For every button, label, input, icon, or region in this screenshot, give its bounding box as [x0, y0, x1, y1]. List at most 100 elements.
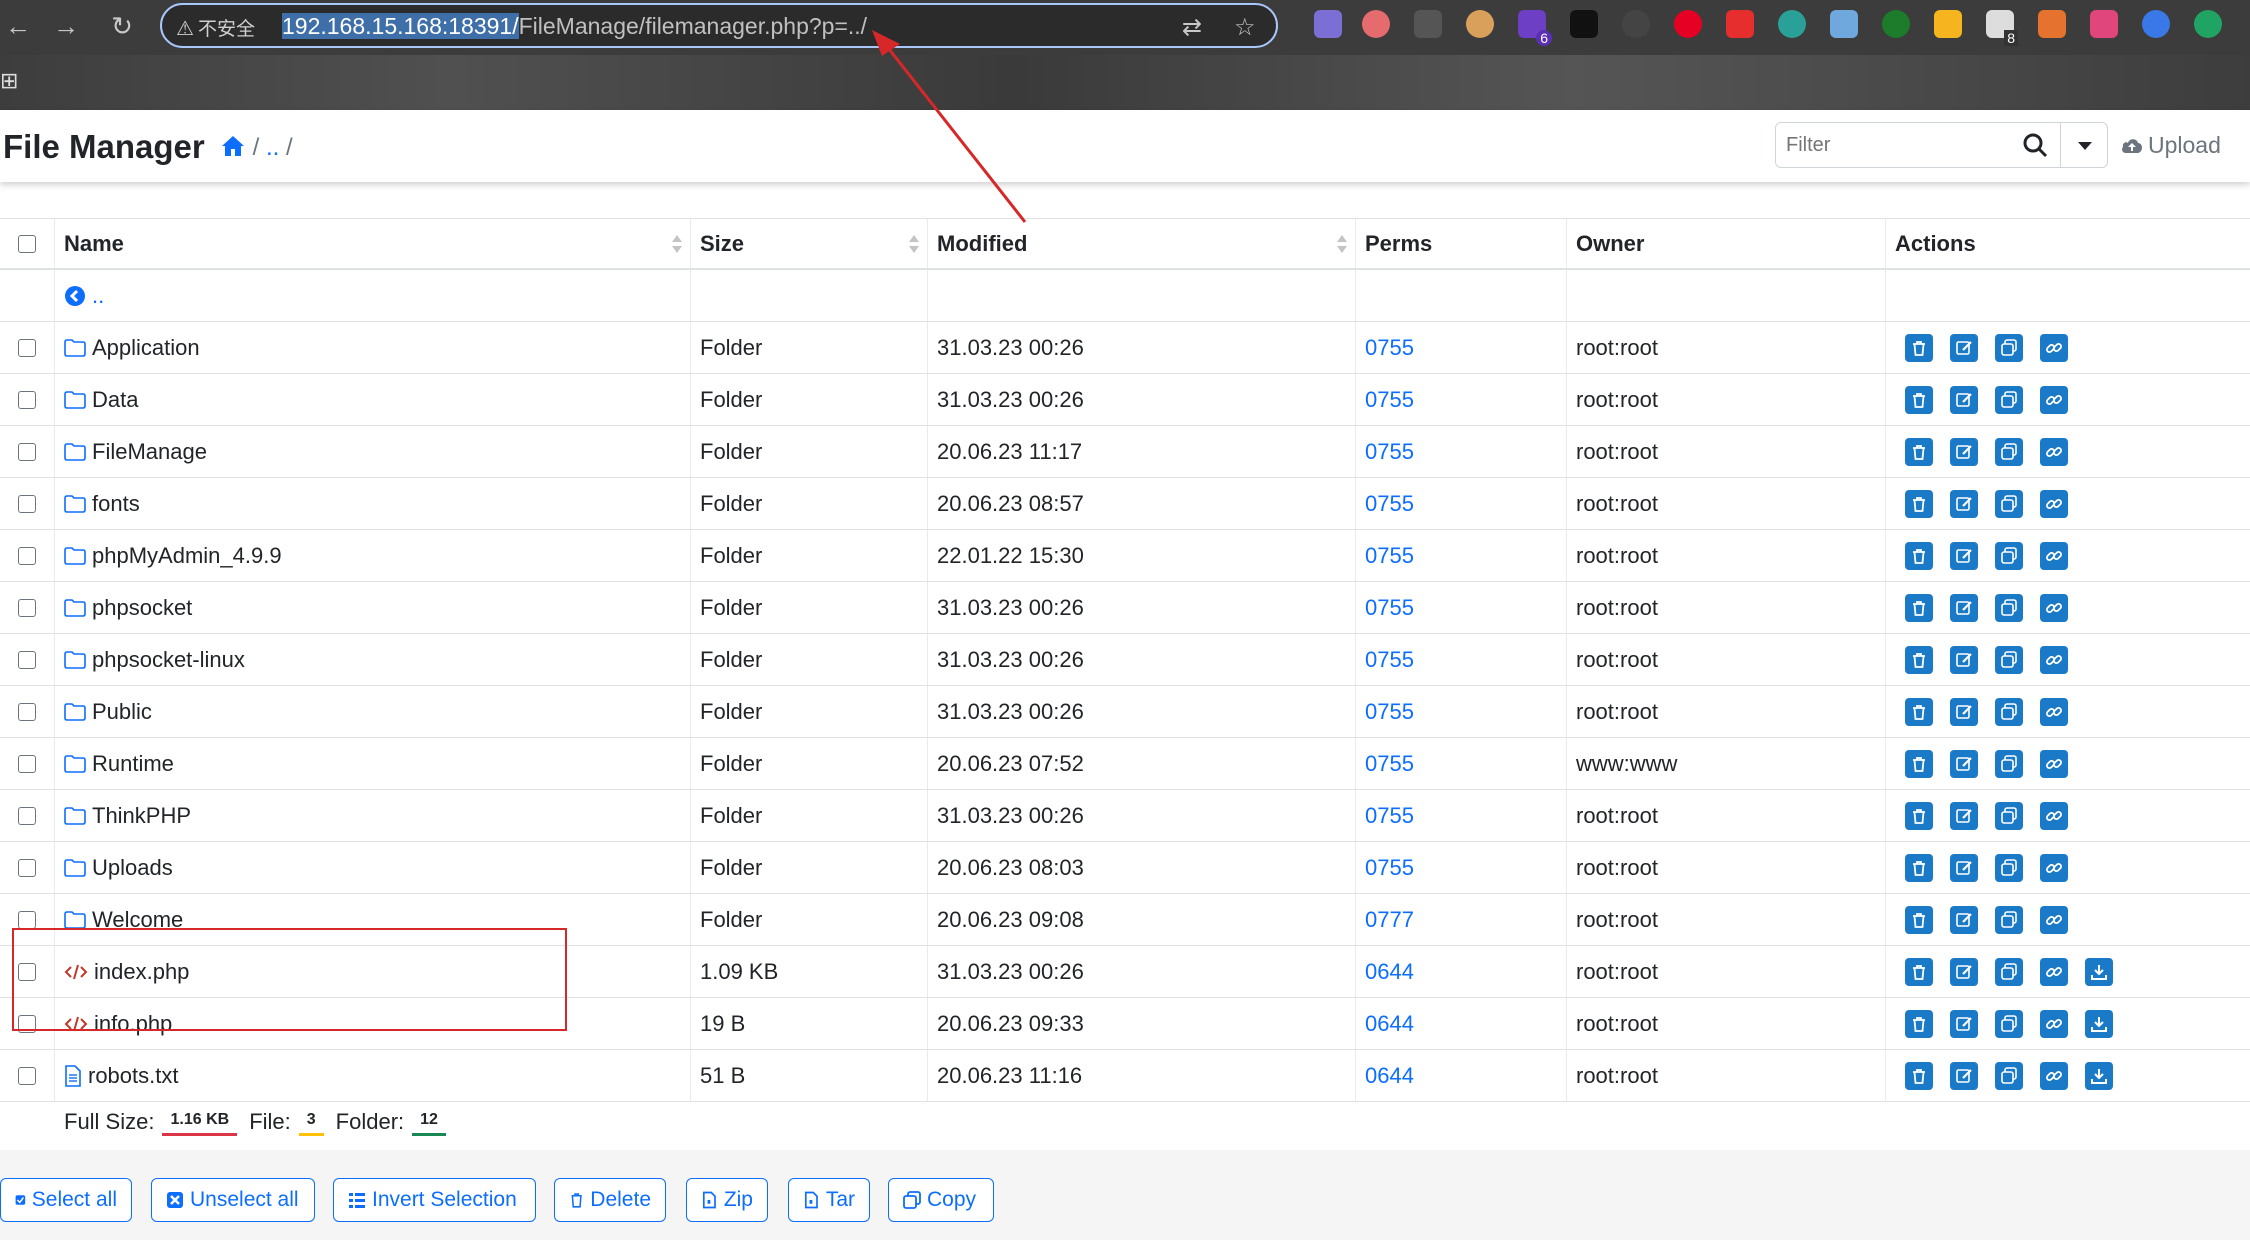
perms-link[interactable]: 0755	[1365, 699, 1414, 725]
rename-action-button[interactable]	[1950, 645, 1978, 674]
extension-icon[interactable]	[1830, 10, 1858, 38]
upload-button[interactable]: Upload	[2120, 132, 2221, 159]
row-checkbox[interactable]	[18, 1066, 36, 1085]
perms-link[interactable]: 0755	[1365, 647, 1414, 673]
rename-action-button[interactable]	[1950, 489, 1978, 518]
copy-button[interactable]: Copy	[888, 1178, 994, 1222]
link-action-button[interactable]	[2040, 645, 2068, 674]
reload-icon[interactable]: ↻	[104, 8, 140, 44]
row-checkbox[interactable]	[18, 754, 36, 773]
delete-action-button[interactable]	[1905, 437, 1933, 466]
delete-action-button[interactable]	[1905, 905, 1933, 934]
rename-action-button[interactable]	[1950, 905, 1978, 934]
file-name-link[interactable]: robots.txt	[54, 1050, 690, 1101]
file-name-link[interactable]: fonts	[54, 478, 690, 529]
link-action-button[interactable]	[2040, 489, 2068, 518]
column-header-size[interactable]: Size	[690, 219, 927, 268]
extension-icon[interactable]	[1622, 10, 1650, 38]
copy-action-button[interactable]	[1995, 1061, 2023, 1090]
filter-input[interactable]	[1786, 131, 2006, 159]
file-name-link[interactable]: Uploads	[54, 842, 690, 893]
delete-action-button[interactable]	[1905, 541, 1933, 570]
row-checkbox[interactable]	[18, 546, 36, 565]
pinterest-icon[interactable]	[1674, 10, 1702, 38]
extension-icon[interactable]	[1778, 10, 1806, 38]
download-action-button[interactable]	[2085, 1009, 2113, 1038]
link-action-button[interactable]	[2040, 593, 2068, 622]
extension-icon[interactable]	[2194, 10, 2222, 38]
rename-action-button[interactable]	[1950, 593, 1978, 622]
copy-action-button[interactable]	[1995, 853, 2023, 882]
extension-icon[interactable]	[1362, 10, 1390, 38]
apps-grid-icon[interactable]: ⊞	[0, 68, 18, 94]
delete-action-button[interactable]	[1905, 801, 1933, 830]
delete-button[interactable]: Delete	[554, 1178, 666, 1222]
copy-action-button[interactable]	[1995, 645, 2023, 674]
row-checkbox[interactable]	[18, 494, 36, 513]
delete-action-button[interactable]	[1905, 957, 1933, 986]
rename-action-button[interactable]	[1950, 853, 1978, 882]
delete-action-button[interactable]	[1905, 697, 1933, 726]
row-checkbox[interactable]	[18, 598, 36, 617]
link-action-button[interactable]	[2040, 333, 2068, 362]
extension-icon[interactable]	[2142, 10, 2170, 38]
back-arrow-icon[interactable]: ←	[0, 8, 36, 44]
rename-action-button[interactable]	[1950, 385, 1978, 414]
extension-icon[interactable]	[1726, 10, 1754, 38]
link-action-button[interactable]	[2040, 905, 2068, 934]
delete-action-button[interactable]	[1905, 645, 1933, 674]
forward-arrow-icon[interactable]: →	[48, 8, 84, 44]
extension-icon[interactable]	[1882, 10, 1910, 38]
download-action-button[interactable]	[2085, 1061, 2113, 1090]
link-action-button[interactable]	[2040, 385, 2068, 414]
copy-action-button[interactable]	[1995, 333, 2023, 362]
tar-button[interactable]: Tar	[788, 1178, 870, 1222]
link-action-button[interactable]	[2040, 697, 2068, 726]
extension-icon[interactable]	[2090, 10, 2118, 38]
file-name-link[interactable]: phpsocket	[54, 582, 690, 633]
search-icon[interactable]	[2022, 132, 2048, 158]
rename-action-button[interactable]	[1950, 697, 1978, 726]
link-action-button[interactable]	[2040, 437, 2068, 466]
rename-action-button[interactable]	[1950, 1061, 1978, 1090]
link-action-button[interactable]	[2040, 1061, 2068, 1090]
perms-link[interactable]: 0755	[1365, 387, 1414, 413]
extension-icon[interactable]	[1466, 10, 1494, 38]
extension-icon[interactable]	[1570, 10, 1598, 38]
copy-action-button[interactable]	[1995, 905, 2023, 934]
row-checkbox[interactable]	[18, 390, 36, 409]
row-checkbox[interactable]	[18, 650, 36, 669]
address-bar[interactable]: ⚠ 不安全 192.168.15.168:18391/FileManage/fil…	[160, 3, 1278, 48]
row-checkbox[interactable]	[18, 338, 36, 357]
unselect-all-button[interactable]: Unselect all	[151, 1178, 315, 1222]
zip-button[interactable]: Zip	[686, 1178, 768, 1222]
perms-link[interactable]: 0777	[1365, 907, 1414, 933]
perms-link[interactable]: 0755	[1365, 491, 1414, 517]
copy-action-button[interactable]	[1995, 489, 2023, 518]
rename-action-button[interactable]	[1950, 541, 1978, 570]
download-action-button[interactable]	[2085, 957, 2113, 986]
extension-icon[interactable]: 6	[1518, 10, 1552, 46]
rename-action-button[interactable]	[1950, 1009, 1978, 1038]
rename-action-button[interactable]	[1950, 957, 1978, 986]
perms-link[interactable]: 0755	[1365, 803, 1414, 829]
extension-icon[interactable]	[2038, 10, 2066, 38]
perms-link[interactable]: 0755	[1365, 439, 1414, 465]
copy-action-button[interactable]	[1995, 697, 2023, 726]
file-name-link[interactable]: ThinkPHP	[54, 790, 690, 841]
delete-action-button[interactable]	[1905, 385, 1933, 414]
select-all-checkbox[interactable]	[18, 234, 36, 253]
file-name-link[interactable]: phpsocket-linux	[54, 634, 690, 685]
row-checkbox[interactable]	[18, 910, 36, 929]
delete-action-button[interactable]	[1905, 333, 1933, 362]
row-checkbox[interactable]	[18, 442, 36, 461]
copy-action-button[interactable]	[1995, 1009, 2023, 1038]
rename-action-button[interactable]	[1950, 437, 1978, 466]
extension-icon[interactable]	[1934, 10, 1962, 38]
link-action-button[interactable]	[2040, 853, 2068, 882]
perms-link[interactable]: 0644	[1365, 1063, 1414, 1089]
perms-link[interactable]: 0755	[1365, 543, 1414, 569]
file-name-link[interactable]: Data	[54, 374, 690, 425]
breadcrumb-parent-link[interactable]: ..	[266, 134, 279, 161]
perms-link[interactable]: 0755	[1365, 855, 1414, 881]
